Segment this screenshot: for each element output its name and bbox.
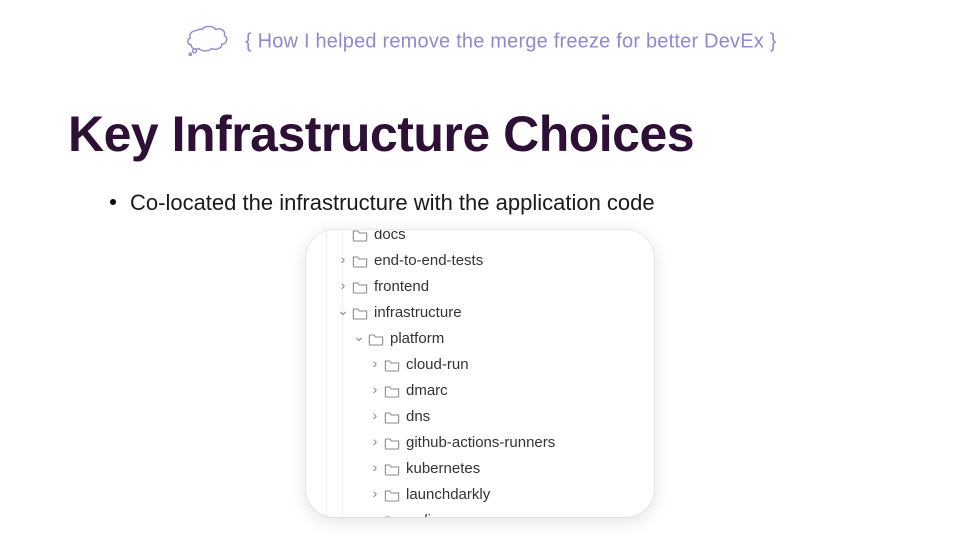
slide-title: Key Infrastructure Choices [68,105,694,163]
tree-row-cloud-run[interactable]: cloud-run [314,352,646,378]
chevron-down-icon[interactable] [352,326,366,352]
tree-item-label: dns [406,404,430,430]
tree-item-label: cloud-run [406,352,469,378]
chevron-down-icon[interactable] [336,300,350,326]
folder-icon [384,513,400,517]
tree-row-dmarc[interactable]: dmarc [314,378,646,404]
chevron-right-icon[interactable] [368,482,382,508]
folder-icon [352,230,368,243]
tree-item-label: end-to-end-tests [374,248,483,274]
tree-row-dns[interactable]: dns [314,404,646,430]
chevron-right-icon[interactable] [368,378,382,404]
chevron-right-icon[interactable] [368,430,382,456]
folder-icon [384,357,400,373]
chevron-right-icon[interactable] [368,508,382,517]
folder-icon [384,409,400,425]
chevron-right-icon[interactable] [368,456,382,482]
chevron-right-icon[interactable] [368,352,382,378]
folder-icon [384,487,400,503]
slide-header: { How I helped remove the merge freeze f… [0,22,960,62]
tree-item-label: redis [406,508,439,517]
bullet-item: Co-located the infrastructure with the a… [110,190,655,216]
tree-row-kubernetes[interactable]: kubernetes [314,456,646,482]
tree-row-docs[interactable]: docs [314,230,646,248]
folder-icon [384,461,400,477]
tree-row-redis[interactable]: redis [314,508,646,517]
tree-item-label: kubernetes [406,456,480,482]
tree-item-label: docs [374,230,406,248]
folder-icon [384,383,400,399]
tree-item-label: platform [390,326,444,352]
folder-icon [368,331,384,347]
chevron-right-icon[interactable] [368,404,382,430]
tree-item-label: dmarc [406,378,448,404]
bullet-dot-icon [110,199,116,205]
tree-row-github-actions-runners[interactable]: github-actions-runners [314,430,646,456]
tree-item-label: frontend [374,274,429,300]
folder-icon [384,435,400,451]
tree-item-label: infrastructure [374,300,462,326]
tree-row-launchdarkly[interactable]: launchdarkly [314,482,646,508]
folder-icon [352,253,368,269]
tree-item-label: launchdarkly [406,482,490,508]
tree-row-frontend[interactable]: frontend [314,274,646,300]
thought-bubble-icon [183,22,235,62]
file-tree: docsend-to-end-testsfrontendinfrastructu… [306,230,654,517]
file-tree-panel: docsend-to-end-testsfrontendinfrastructu… [306,230,654,517]
tree-row-platform[interactable]: platform [314,326,646,352]
bullet-text: Co-located the infrastructure with the a… [130,190,655,215]
tree-row-end-to-end-tests[interactable]: end-to-end-tests [314,248,646,274]
folder-icon [352,279,368,295]
header-text: { How I helped remove the merge freeze f… [245,31,777,53]
folder-icon [352,305,368,321]
tree-item-label: github-actions-runners [406,430,555,456]
chevron-right-icon[interactable] [336,248,350,274]
